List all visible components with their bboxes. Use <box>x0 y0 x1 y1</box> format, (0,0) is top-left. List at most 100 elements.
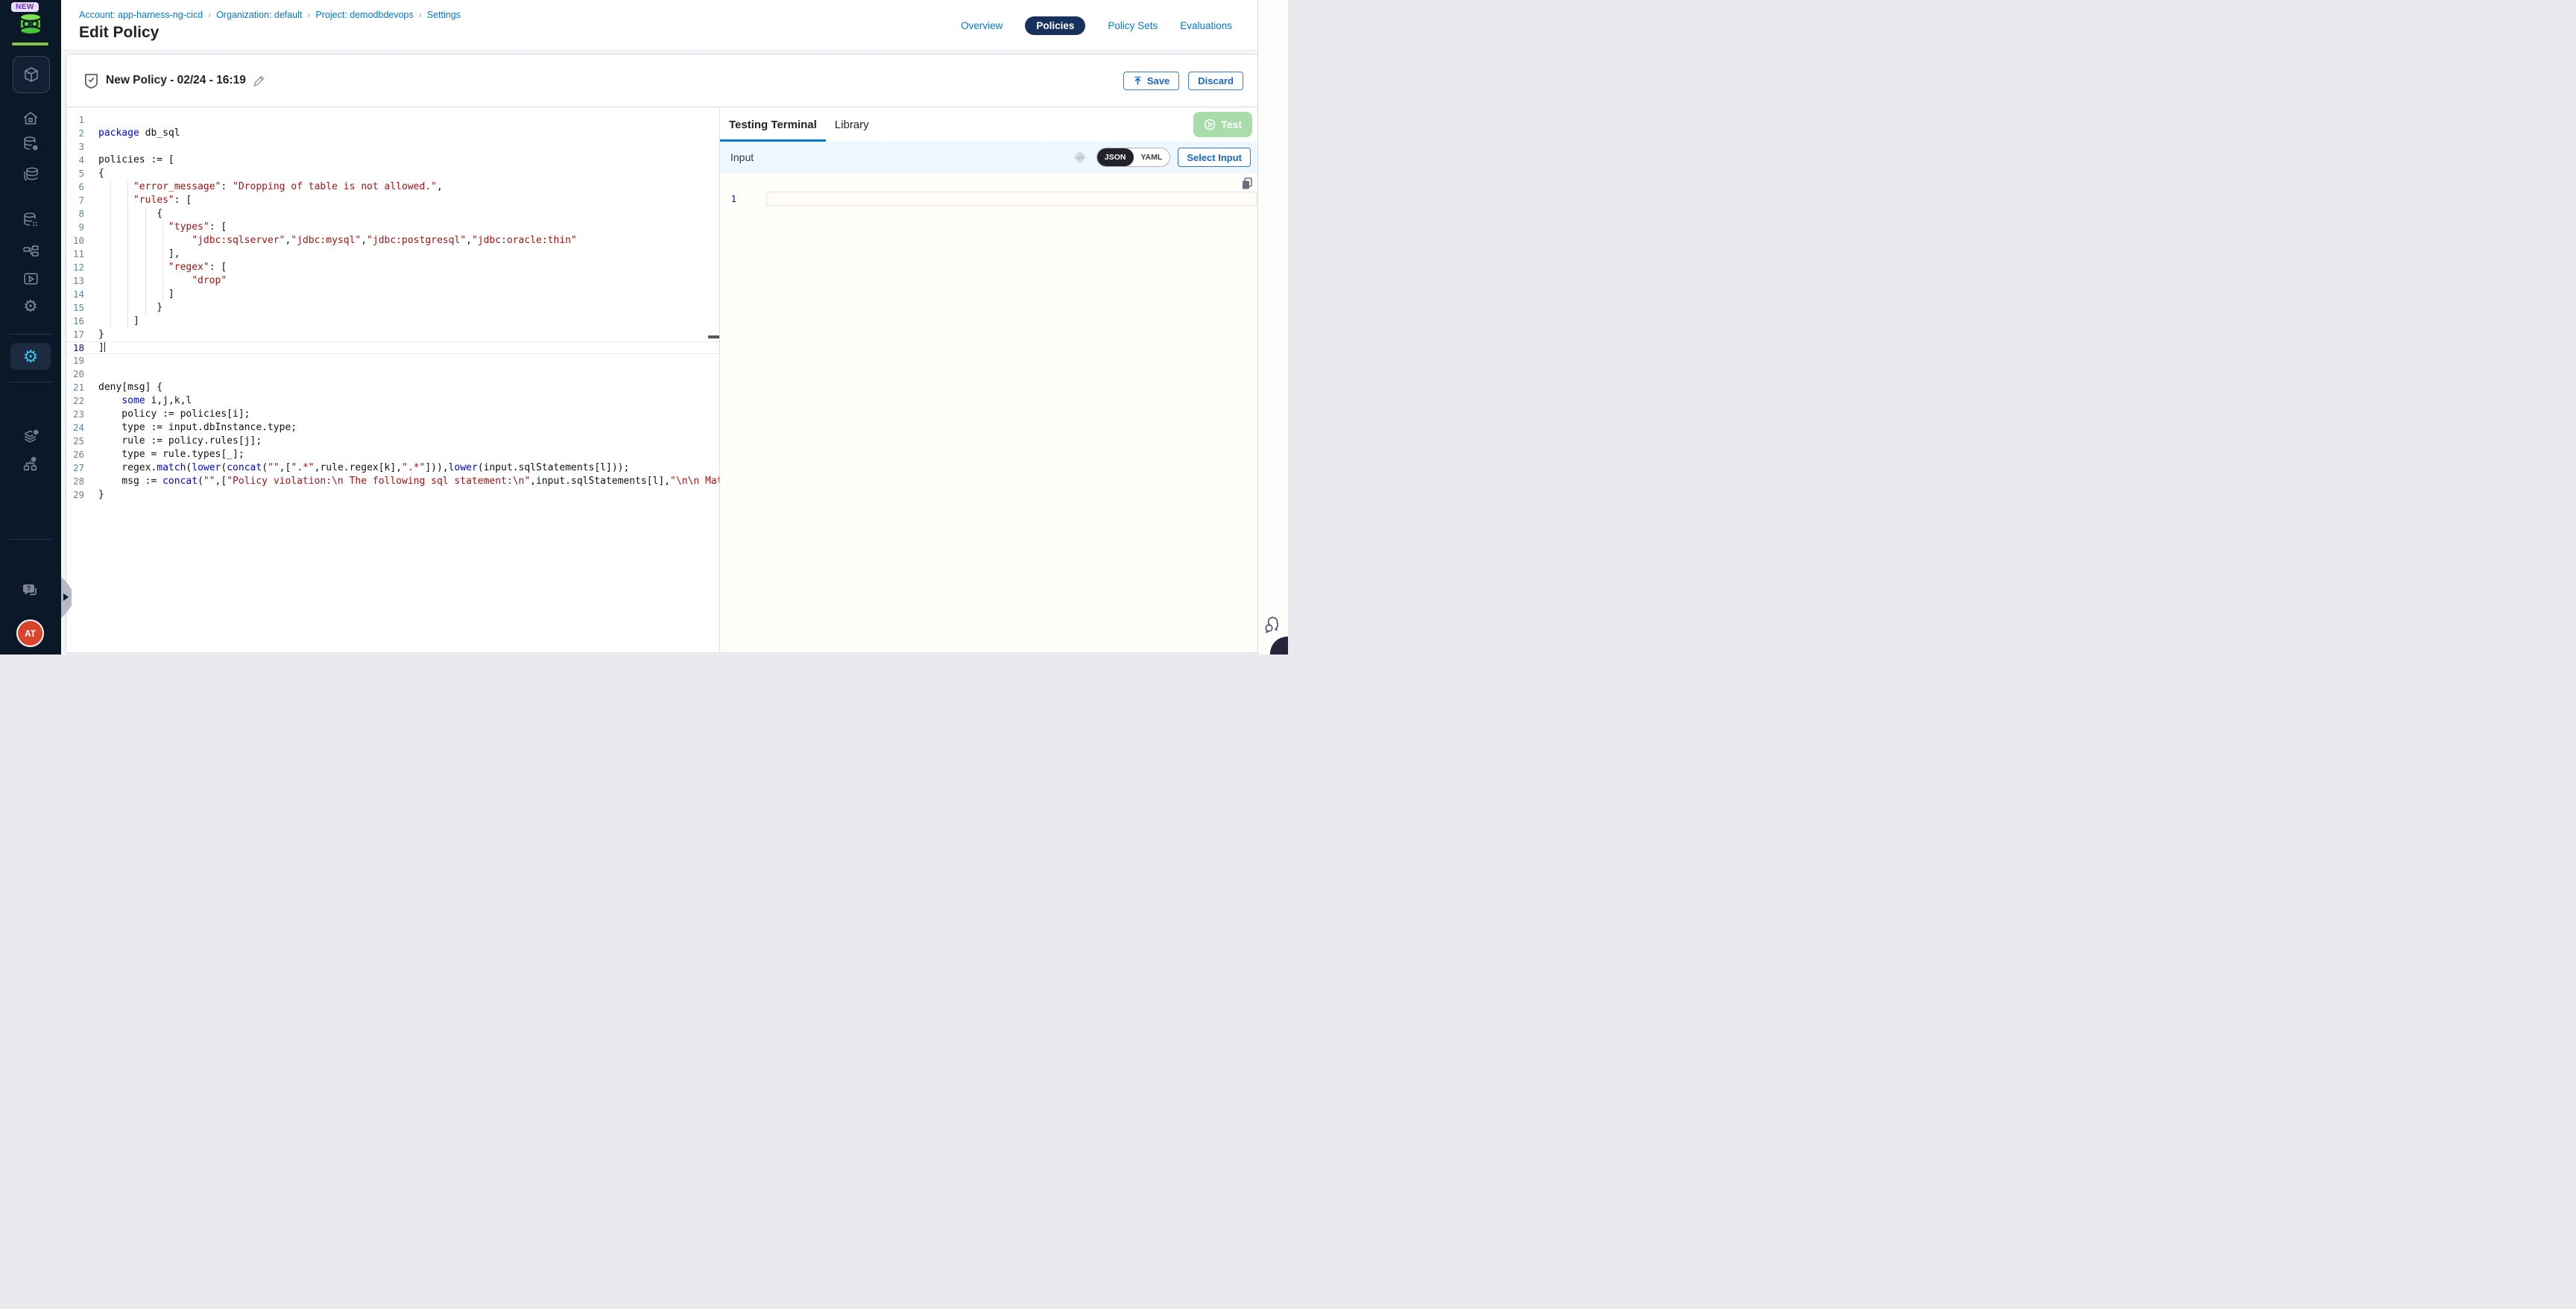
sidebar-item-layered-settings[interactable] <box>0 423 61 449</box>
breadcrumb-item[interactable]: Settings <box>427 10 461 20</box>
play-circle-icon <box>1204 119 1216 130</box>
code-line[interactable]: 8 { <box>66 207 719 221</box>
line-number: 9 <box>66 221 84 234</box>
copy-icon[interactable] <box>1240 177 1254 191</box>
code-line[interactable]: 18] <box>66 341 719 354</box>
breadcrumb-separator: › <box>307 10 310 20</box>
code-line[interactable]: 4policies := [ <box>66 154 719 167</box>
line-number: 25 <box>66 435 84 448</box>
save-label: Save <box>1147 75 1169 86</box>
code-line[interactable]: 1 <box>66 113 719 127</box>
input-line-number: 1 <box>720 193 736 204</box>
panel-tab-library[interactable]: Library <box>826 107 878 142</box>
sidebar-item-databases[interactable] <box>0 162 61 187</box>
code-line[interactable]: 13 "drop" <box>66 274 719 288</box>
test-button[interactable]: Test <box>1193 112 1252 137</box>
hierarchy-icon <box>22 242 40 261</box>
discard-button[interactable]: Discard <box>1188 72 1243 90</box>
code-line[interactable]: 22 some i,j,k,l <box>66 394 719 408</box>
line-number: 12 <box>66 261 84 274</box>
code-line[interactable]: 19 <box>66 354 719 368</box>
sidebar-item-db-instances[interactable] <box>0 131 61 157</box>
discard-label: Discard <box>1198 75 1234 86</box>
line-number: 11 <box>66 247 84 261</box>
chat-bubbles-icon[interactable] <box>1263 616 1282 638</box>
line-number: 13 <box>66 274 84 288</box>
code-line[interactable]: 20 <box>66 368 719 381</box>
policy-card-header: New Policy - 02/24 - 16:19 Save Discard <box>66 54 1258 107</box>
code-line[interactable]: 10 "jdbc:sqlserver","jdbc:mysql","jdbc:p… <box>66 234 719 247</box>
line-number: 4 <box>66 154 84 167</box>
sidebar-item-executions[interactable] <box>0 266 61 291</box>
indent-guide <box>162 221 163 301</box>
code-line[interactable]: 28 msg := concat("",["Policy violation:\… <box>66 475 719 488</box>
user-avatar[interactable]: AT <box>16 619 44 647</box>
page-title: Edit Policy <box>79 24 159 42</box>
sidebar-item-pipelines[interactable] <box>0 239 61 264</box>
help-chat-icon: ? <box>21 581 40 600</box>
line-number: 27 <box>66 461 84 475</box>
sidebar-divider <box>9 539 52 540</box>
test-label: Test <box>1221 119 1242 130</box>
code-line[interactable]: 17} <box>66 328 719 341</box>
upload-arrow-icon <box>1133 76 1143 86</box>
code-line[interactable]: 29} <box>66 488 719 502</box>
policy-check-icon <box>84 73 98 89</box>
code-line[interactable]: 14 ] <box>66 288 719 301</box>
line-number: 8 <box>66 207 84 221</box>
code-line[interactable]: 3 <box>66 140 719 154</box>
breadcrumb-item[interactable]: Account: app-harness-ng-cicd <box>79 10 203 20</box>
code-line[interactable]: 6 "error_message": "Dropping of table is… <box>66 180 719 194</box>
sidebar-item-home[interactable] <box>0 106 61 131</box>
floating-action-blob[interactable] <box>1270 637 1288 654</box>
database-dots-icon <box>22 211 40 230</box>
save-button[interactable]: Save <box>1123 72 1179 90</box>
sidebar-item-help[interactable]: ? <box>0 578 61 603</box>
format-option-yaml[interactable]: YAML <box>1134 148 1170 166</box>
code-line[interactable]: 26 type = rule.types[_]; <box>66 448 719 461</box>
line-number: 1 <box>66 113 84 127</box>
format-toggle[interactable]: JSONYAML <box>1096 148 1170 167</box>
code-line[interactable]: 16 ] <box>66 315 719 328</box>
sidebar-item-org-settings[interactable] <box>0 451 61 476</box>
code-line[interactable]: 24 type := input.dbInstance.type; <box>66 421 719 435</box>
test-input-editor[interactable]: 1 <box>720 173 1258 652</box>
rego-code-editor[interactable]: 12package db_sql34policies := [5{6 "erro… <box>66 107 720 652</box>
tab-policies[interactable]: Policies <box>1025 16 1085 35</box>
sidebar-item-settings[interactable]: ⚙ <box>0 294 61 319</box>
tab-evaluations[interactable]: Evaluations <box>1180 16 1232 35</box>
line-number: 17 <box>66 328 84 341</box>
line-number: 22 <box>66 394 84 408</box>
sidebar-item-db-schemas[interactable] <box>0 207 61 233</box>
line-number: 29 <box>66 488 84 502</box>
edit-pencil-icon[interactable] <box>253 75 265 86</box>
svg-text:?: ? <box>27 585 31 593</box>
format-option-json[interactable]: JSON <box>1097 148 1134 166</box>
line-number: 16 <box>66 315 84 328</box>
code-line[interactable]: 2package db_sql <box>66 127 719 140</box>
panel-tab-testing-terminal[interactable]: Testing Terminal <box>720 107 826 142</box>
sidebar-item-project-settings-active[interactable]: ⚙ <box>10 343 51 370</box>
code-line[interactable]: 7 "rules": [ <box>66 194 719 207</box>
harness-dbdevops-logo[interactable] <box>18 12 43 40</box>
code-line[interactable]: 25 rule := policy.rules[j]; <box>66 435 719 448</box>
code-line[interactable]: 21deny[msg] { <box>66 381 719 394</box>
select-input-button[interactable]: Select Input <box>1178 148 1251 167</box>
breadcrumb-item[interactable]: Organization: default <box>216 10 302 20</box>
code-editor-lines: 12package db_sql34policies := [5{6 "erro… <box>66 113 719 502</box>
tab-overview[interactable]: Overview <box>961 16 1003 35</box>
tab-policy-sets[interactable]: Policy Sets <box>1108 16 1158 35</box>
code-line[interactable]: 15 } <box>66 301 719 315</box>
code-line[interactable]: 11 ], <box>66 247 719 261</box>
code-line[interactable]: 23 policy := policies[i]; <box>66 408 719 421</box>
line-number: 28 <box>66 475 84 488</box>
code-diamond-icon: </> <box>1071 148 1089 166</box>
module-switcher-button[interactable] <box>13 56 50 93</box>
code-line[interactable]: 12 "regex": [ <box>66 261 719 274</box>
home-icon <box>22 110 40 127</box>
breadcrumb-item[interactable]: Project: demodbdevops <box>315 10 413 20</box>
code-line[interactable]: 5{ <box>66 167 719 180</box>
code-line[interactable]: 9 "types": [ <box>66 221 719 234</box>
code-line[interactable]: 27 regex.match(lower(concat("",[".*",rul… <box>66 461 719 475</box>
line-number: 19 <box>66 354 84 368</box>
